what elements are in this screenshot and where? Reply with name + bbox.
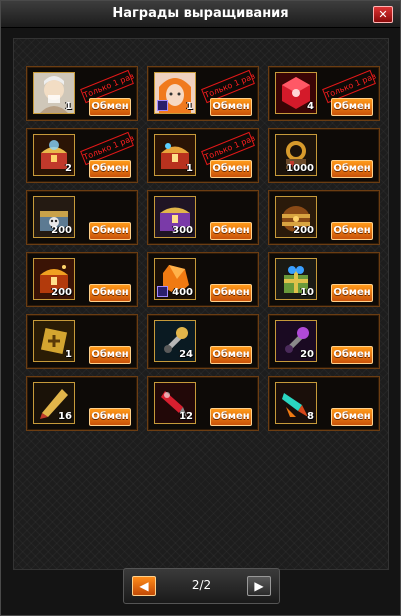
reward-quantity: 20 — [300, 349, 314, 360]
orange-crystal-icon: 400 — [154, 258, 196, 300]
gear-bundle-icon: 1000 — [275, 134, 317, 176]
reward-card: 1000 Обмен — [268, 128, 380, 183]
reward-card: 200 Обмен — [268, 190, 380, 245]
close-button[interactable]: ✕ — [373, 6, 393, 23]
gold-shard-icon: 16 — [33, 382, 75, 424]
reward-quantity: 1000 — [286, 163, 314, 174]
reward-quantity: 2 — [65, 163, 72, 174]
reward-quantity: 200 — [51, 225, 72, 236]
pagination: ◀ 2/2 ▶ — [123, 568, 280, 604]
exchange-button[interactable]: Обмен — [89, 284, 131, 302]
reward-quantity: 12 — [179, 411, 193, 422]
exchange-button[interactable]: Обмен — [331, 98, 373, 116]
exchange-button[interactable]: Обмен — [210, 408, 252, 426]
reward-card: 200 Обмен — [26, 190, 138, 245]
exchange-button[interactable]: Обмен — [331, 408, 373, 426]
reward-quantity: 24 — [179, 349, 193, 360]
reward-card: 1 Обмен — [26, 314, 138, 369]
exchange-button[interactable]: Обмен — [210, 160, 252, 178]
reward-card: 1 Только 1 раз Обмен — [26, 66, 138, 121]
gold-chest-icon: 2 — [33, 134, 75, 176]
next-page-button[interactable]: ▶ — [247, 576, 271, 596]
exchange-button[interactable]: Обмен — [331, 222, 373, 240]
exchange-button[interactable]: Обмен — [331, 284, 373, 302]
reward-card: 20 Обмен — [268, 314, 380, 369]
element-badge-icon — [157, 100, 168, 111]
reward-card: 1 Только 1 раз Обмен — [147, 128, 259, 183]
exchange-button[interactable]: Обмен — [331, 160, 373, 178]
reward-quantity: 200 — [51, 287, 72, 298]
reward-quantity: 400 — [172, 287, 193, 298]
reward-card: 16 Обмен — [26, 376, 138, 431]
reward-quantity: 300 — [172, 225, 193, 236]
gold-key-icon: 24 — [154, 320, 196, 362]
exchange-button[interactable]: Обмен — [210, 284, 252, 302]
treasure-chest-icon: 1 — [154, 134, 196, 176]
reward-quantity: 1 — [65, 349, 72, 360]
reward-quantity: 1 — [186, 163, 193, 174]
exchange-button[interactable]: Обмен — [89, 346, 131, 364]
window-title: Награды выращивания — [112, 6, 289, 21]
rewards-grid: 1 Только 1 раз Обмен 1 Только 1 раз Обме… — [13, 38, 389, 570]
element-badge-icon — [157, 286, 168, 297]
barrel-icon: 200 — [275, 196, 317, 238]
exchange-button[interactable]: Обмен — [331, 346, 373, 364]
reward-quantity: 4 — [307, 101, 314, 112]
reward-card: 300 Обмен — [147, 190, 259, 245]
red-cube-icon: 4 — [275, 72, 317, 114]
reward-card: 10 Обмен — [268, 252, 380, 307]
skull-chest-icon: 200 — [33, 196, 75, 238]
orange-hair-portrait-icon: 1 — [154, 72, 196, 114]
gold-rune-icon: 1 — [33, 320, 75, 362]
reward-quantity: 1 — [65, 101, 72, 112]
reward-card: 200 Обмен — [26, 252, 138, 307]
exchange-button[interactable]: Обмен — [210, 98, 252, 116]
purple-key-icon: 20 — [275, 320, 317, 362]
reward-card: 8 Обмен — [268, 376, 380, 431]
exchange-button[interactable]: Обмен — [210, 222, 252, 240]
reward-card: 24 Обмен — [147, 314, 259, 369]
title-bar: Награды выращивания ✕ — [1, 1, 400, 28]
exchange-button[interactable]: Обмен — [89, 98, 131, 116]
reward-quantity: 200 — [293, 225, 314, 236]
purple-chest-icon: 300 — [154, 196, 196, 238]
rewards-window: Награды выращивания ✕ 1 Только 1 раз Обм… — [0, 0, 401, 616]
gift-box-icon: 10 — [275, 258, 317, 300]
red-shard-icon: 12 — [154, 382, 196, 424]
reward-quantity: 16 — [58, 411, 72, 422]
reward-card: 12 Обмен — [147, 376, 259, 431]
reward-quantity: 10 — [300, 287, 314, 298]
exchange-button[interactable]: Обмен — [89, 160, 131, 178]
reward-card: 400 Обмен — [147, 252, 259, 307]
exchange-button[interactable]: Обмен — [89, 222, 131, 240]
reward-card: 2 Только 1 раз Обмен — [26, 128, 138, 183]
reward-quantity: 1 — [186, 101, 193, 112]
cyan-shard-icon: 8 — [275, 382, 317, 424]
reward-quantity: 8 — [307, 411, 314, 422]
exchange-button[interactable]: Обмен — [210, 346, 252, 364]
elder-portrait-icon: 1 — [33, 72, 75, 114]
reward-card: 4 Только 1 раз Обмен — [268, 66, 380, 121]
exchange-button[interactable]: Обмен — [89, 408, 131, 426]
red-gold-chest-icon: 200 — [33, 258, 75, 300]
reward-card: 1 Только 1 раз Обмен — [147, 66, 259, 121]
